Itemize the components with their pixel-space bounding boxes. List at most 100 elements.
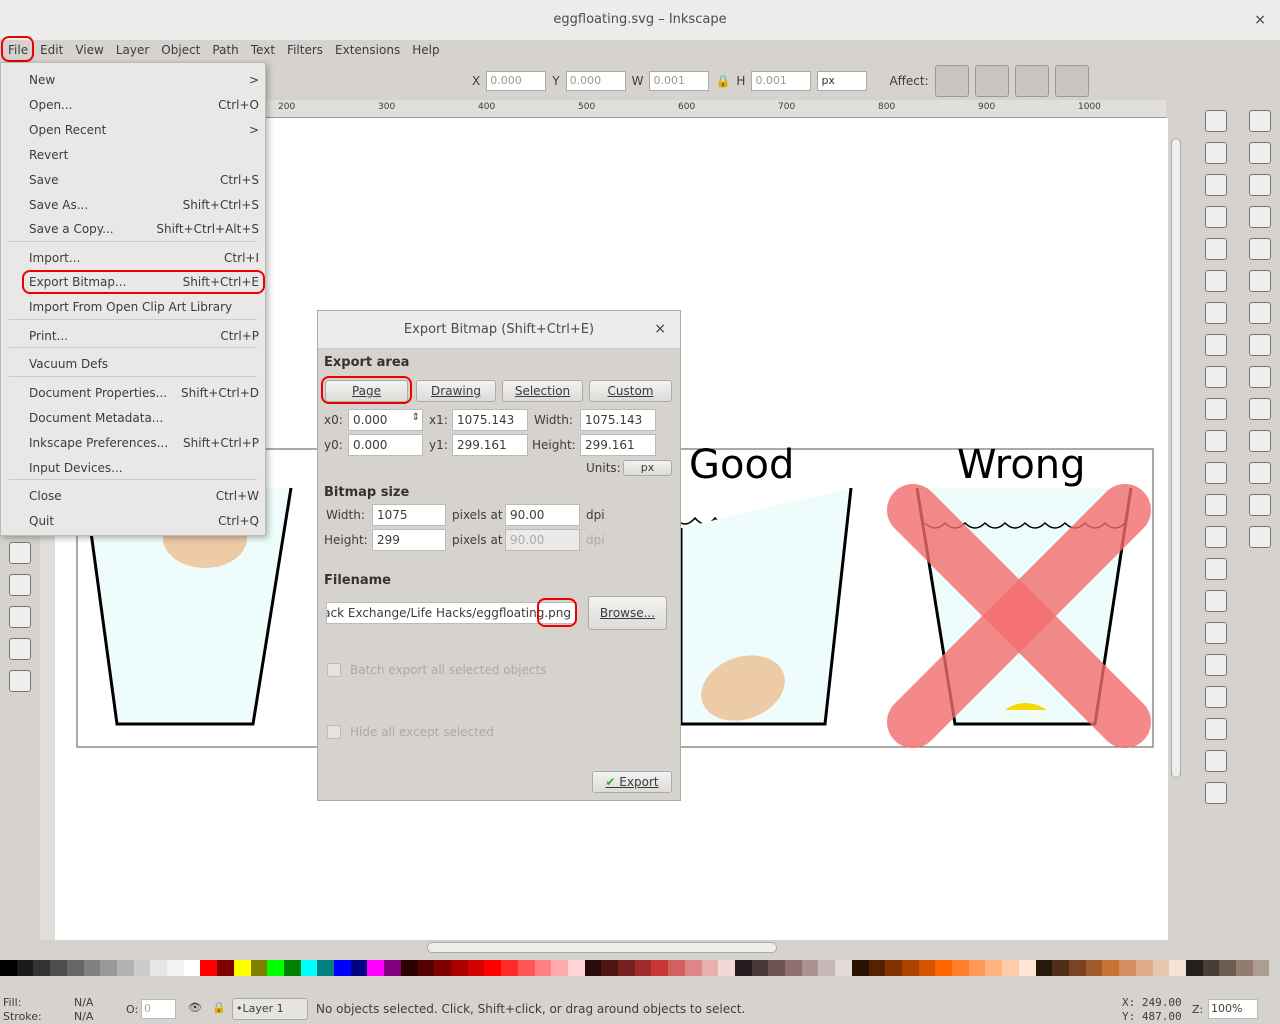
ungroup-icon[interactable]: [1205, 686, 1227, 708]
file-menu-item[interactable]: Document Properties... Shift+Ctrl+D: [29, 383, 259, 403]
dropper-icon[interactable]: [9, 638, 31, 660]
x0-field[interactable]: 0.000 ⇕: [348, 409, 423, 431]
color-swatch[interactable]: [1035, 960, 1053, 976]
group-icon[interactable]: [1205, 654, 1227, 676]
batch-export-checkbox[interactable]: [327, 663, 341, 677]
file-menu-item[interactable]: Close Ctrl+W: [29, 486, 259, 506]
color-swatch[interactable]: [384, 960, 401, 976]
color-swatch[interactable]: [0, 960, 17, 976]
color-swatch[interactable]: [835, 960, 852, 976]
snap-center-icon[interactable]: [1249, 398, 1271, 420]
menu-help[interactable]: Help: [408, 40, 447, 62]
color-swatch[interactable]: [200, 960, 218, 976]
file-menu-item[interactable]: Vacuum Defs: [29, 354, 259, 374]
gradient-icon[interactable]: [9, 606, 31, 628]
affect-corners-button[interactable]: [974, 65, 1009, 97]
export-icon[interactable]: [1205, 270, 1227, 292]
color-swatch[interactable]: [551, 960, 568, 976]
color-swatch[interactable]: [33, 960, 51, 976]
color-swatch[interactable]: [1052, 960, 1069, 976]
zoom-page-icon[interactable]: [1205, 526, 1227, 548]
color-swatch[interactable]: [734, 960, 752, 976]
affect-gradient-button[interactable]: [1014, 65, 1049, 97]
color-swatch[interactable]: [367, 960, 385, 976]
color-swatch[interactable]: [1169, 960, 1186, 976]
color-swatch[interactable]: [1202, 960, 1220, 976]
color-swatch[interactable]: [618, 960, 635, 976]
units-select[interactable]: px: [623, 460, 672, 476]
color-swatch[interactable]: [534, 960, 552, 976]
file-menu-item[interactable]: Import... Ctrl+I: [29, 248, 259, 268]
stroke-value[interactable]: N/A: [74, 1010, 93, 1023]
snap-grid-icon[interactable]: [1249, 494, 1271, 516]
file-menu-item[interactable]: Open Recent >: [29, 120, 259, 140]
export-button[interactable]: ✔ Export: [592, 771, 672, 793]
color-swatch[interactable]: [217, 960, 234, 976]
snap-nodes-icon[interactable]: [1249, 270, 1271, 292]
browse-button[interactable]: Browse...: [588, 596, 667, 630]
color-swatch[interactable]: [1252, 960, 1270, 976]
file-menu-item[interactable]: Save Ctrl+S: [29, 170, 259, 190]
color-swatch[interactable]: [601, 960, 619, 976]
color-swatch[interactable]: [1102, 960, 1120, 976]
file-menu-item[interactable]: Inkscape Preferences... Shift+Ctrl+P: [29, 433, 259, 453]
zoom-selection-icon[interactable]: [1205, 462, 1227, 484]
custom-button[interactable]: Custom: [589, 380, 672, 402]
snap-rotation-center-icon[interactable]: [1249, 430, 1271, 452]
text-icon[interactable]: [1205, 750, 1227, 772]
color-swatch[interactable]: [66, 960, 84, 976]
save-icon[interactable]: [1205, 174, 1227, 196]
connector-icon[interactable]: [9, 670, 31, 692]
color-swatch[interactable]: [935, 960, 953, 976]
snap-intersection-icon[interactable]: [1249, 334, 1271, 356]
color-swatch[interactable]: [1002, 960, 1019, 976]
x-field[interactable]: 0.000: [486, 71, 547, 91]
color-swatch[interactable]: [1135, 960, 1153, 976]
color-swatch[interactable]: [1085, 960, 1103, 976]
color-swatch[interactable]: [918, 960, 936, 976]
menu-view[interactable]: View: [71, 40, 111, 62]
color-swatch[interactable]: [684, 960, 702, 976]
undo-icon[interactable]: [1205, 302, 1227, 324]
color-swatch[interactable]: [517, 960, 535, 976]
horizontal-scrollbar[interactable]: [55, 940, 1168, 956]
color-swatch[interactable]: [283, 960, 301, 976]
color-swatch[interactable]: [1069, 960, 1086, 976]
eraser-icon[interactable]: [9, 542, 31, 564]
color-swatch[interactable]: [1152, 960, 1170, 976]
y1-field[interactable]: 299.161: [452, 434, 528, 456]
color-swatch[interactable]: [1018, 960, 1036, 976]
file-menu-item[interactable]: Document Metadata...: [29, 408, 259, 428]
snap-page-icon[interactable]: [1249, 462, 1271, 484]
menu-text[interactable]: Text: [247, 40, 283, 62]
color-swatch[interactable]: [768, 960, 786, 976]
dpi-x-field[interactable]: 90.00: [505, 504, 580, 526]
color-swatch[interactable]: [467, 960, 485, 976]
color-swatch[interactable]: [567, 960, 585, 976]
color-swatch[interactable]: [1119, 960, 1136, 976]
color-swatch[interactable]: [350, 960, 368, 976]
color-swatch[interactable]: [334, 960, 351, 976]
h-field[interactable]: 0.001: [751, 71, 812, 91]
file-menu-item[interactable]: Print... Ctrl+P: [29, 326, 259, 346]
layers-icon[interactable]: [1205, 782, 1227, 804]
menu-edit[interactable]: Edit: [36, 40, 71, 62]
color-swatch[interactable]: [400, 960, 418, 976]
color-swatch[interactable]: [584, 960, 602, 976]
color-swatch[interactable]: [233, 960, 251, 976]
color-swatch[interactable]: [83, 960, 101, 976]
unlink-clone-icon[interactable]: [1205, 622, 1227, 644]
snap-bbox-edge-icon[interactable]: [1249, 174, 1271, 196]
y0-field[interactable]: 0.000: [348, 434, 423, 456]
dialog-close-button[interactable]: ×: [654, 321, 666, 337]
file-menu-item[interactable]: Save As... Shift+Ctrl+S: [29, 195, 259, 215]
vertical-scrollbar[interactable]: [1168, 118, 1184, 940]
units-select[interactable]: px: [817, 71, 868, 91]
color-swatch[interactable]: [501, 960, 518, 976]
zoom-field[interactable]: 100%: [1208, 999, 1258, 1019]
paint-bucket-icon[interactable]: [9, 574, 31, 596]
import-icon[interactable]: [1205, 238, 1227, 260]
snap-bbox-corner-icon[interactable]: [1249, 206, 1271, 228]
print-icon[interactable]: [1205, 206, 1227, 228]
color-swatch[interactable]: [801, 960, 819, 976]
